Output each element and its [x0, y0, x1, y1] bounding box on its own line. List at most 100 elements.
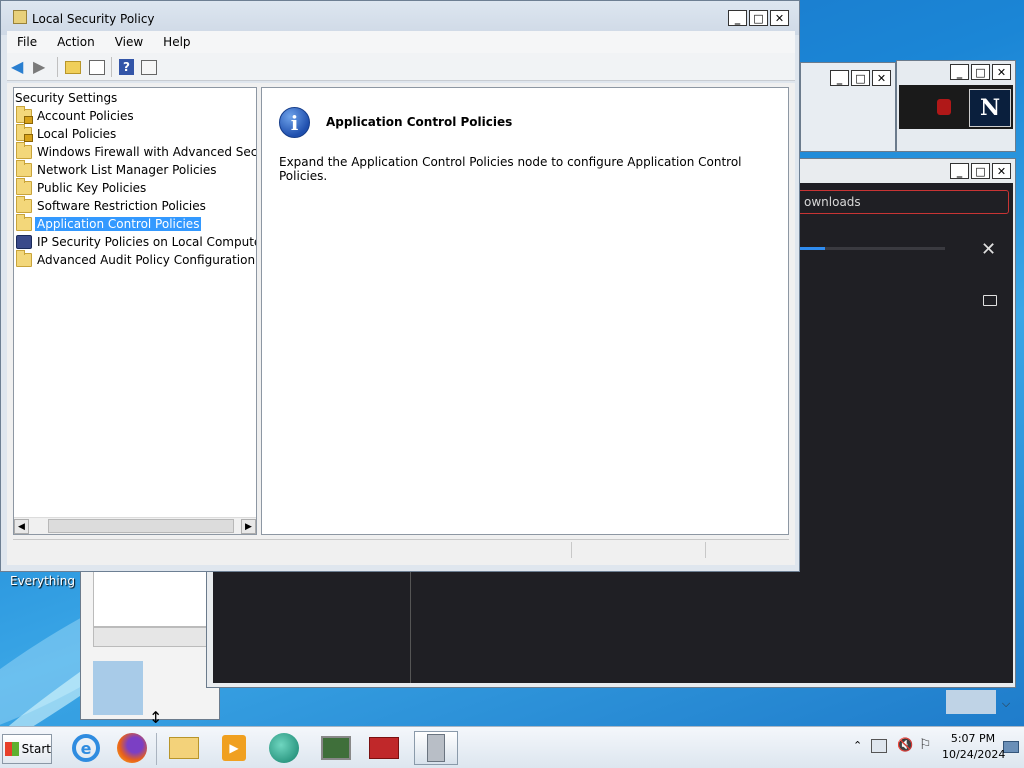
download-progress-fill — [797, 247, 825, 250]
tree-item-windows-firewall[interactable]: Windows Firewall with Advanced Security — [14, 141, 256, 160]
scroll-thumb[interactable] — [48, 519, 234, 533]
help-icon[interactable]: ? — [119, 59, 134, 75]
info-icon: i — [279, 107, 310, 138]
close-icon[interactable]: ✕ — [992, 163, 1011, 179]
tree-pane[interactable]: Security Settings Account Policies Local… — [13, 87, 257, 535]
windows-logo-icon — [5, 742, 19, 756]
extension-icon[interactable] — [937, 99, 951, 115]
resize-cursor-icon: ↕ — [149, 708, 163, 727]
tree-item-label: Advanced Audit Policy Configuration — [37, 252, 256, 267]
action-center-flag-icon[interactable]: ⚐ — [919, 737, 932, 753]
forward-icon[interactable]: ▶ — [33, 58, 51, 76]
detail-pane: i Application Control Policies Expand th… — [261, 87, 789, 535]
tree-item-label: Application Control Policies — [35, 216, 202, 231]
taskbar-clock[interactable]: 5:07 PM 10/24/2024 — [942, 731, 1006, 763]
tree-item-label: Software Restriction Policies — [37, 198, 206, 213]
file-explorer-icon[interactable] — [166, 731, 202, 765]
internet-explorer-icon[interactable]: e — [68, 731, 104, 765]
background-window-small-buttons: _ □ ✕ — [830, 70, 891, 86]
start-button[interactable]: Start — [2, 734, 52, 764]
background-window[interactable] — [80, 560, 220, 720]
minimize-icon[interactable]: _ — [950, 64, 969, 80]
status-segment — [705, 542, 706, 558]
background-strip — [946, 690, 996, 714]
volume-muted-icon[interactable]: 🔇 — [897, 738, 913, 753]
status-bar — [13, 539, 789, 559]
background-window-pane — [93, 571, 209, 627]
minimize-icon[interactable]: _ — [728, 10, 747, 26]
toolbox-icon[interactable] — [366, 731, 402, 765]
show-hide-tree-icon[interactable] — [89, 60, 105, 75]
title-bar[interactable]: Local Security Policy _ □ ✕ — [1, 1, 799, 35]
tree-item-account-policies[interactable]: Account Policies — [14, 105, 136, 124]
console-client-area: Security Settings Account Policies Local… — [7, 83, 795, 565]
network-icon[interactable] — [871, 739, 887, 753]
tree-item-label: Account Policies — [37, 108, 134, 123]
minimize-icon[interactable]: _ — [830, 70, 849, 86]
taskbar: Start e ▶ ⌃ 🔇 ⚐ 5:07 PM 10/24/2024 — [0, 726, 1024, 768]
toolbar-separator — [111, 57, 112, 77]
menu-bar: File Action View Help — [7, 31, 795, 53]
chat-app-icon[interactable] — [266, 731, 302, 765]
browser-window-buttons: _ □ ✕ — [950, 64, 1011, 80]
download-progress-track — [797, 247, 945, 250]
toolbar: ◀ ▶ ? — [7, 53, 795, 81]
back-icon[interactable]: ◀ — [11, 58, 29, 76]
tree-item-label: Local Policies — [37, 126, 117, 141]
properties-icon[interactable] — [141, 60, 157, 75]
close-icon[interactable]: ✕ — [770, 10, 789, 26]
folder-icon — [16, 213, 32, 231]
start-label: Start — [21, 742, 51, 756]
background-window-image — [93, 661, 143, 715]
firefox-icon[interactable] — [114, 731, 150, 765]
tree-root-label: Security Settings — [15, 90, 118, 105]
close-icon[interactable]: ✕ — [872, 70, 891, 86]
tree-root[interactable]: Security Settings — [14, 89, 119, 106]
tree-item-application-control[interactable]: Application Control Policies — [14, 213, 202, 232]
tree-item-label: Network List Manager Policies — [37, 162, 217, 177]
scroll-right-icon[interactable]: ▶ — [241, 519, 256, 534]
local-security-policy-window[interactable]: Local Security Policy _ □ ✕ File Action … — [0, 0, 800, 572]
tree-item-software-restriction[interactable]: Software Restriction Policies — [14, 195, 208, 214]
tree-item-public-key-policies[interactable]: Public Key Policies — [14, 177, 148, 196]
maximize-icon[interactable]: □ — [971, 163, 990, 179]
status-segment — [571, 542, 572, 558]
clock-date: 10/24/2024 — [942, 748, 1006, 761]
browser-window[interactable]: _ □ ✕ N — [896, 60, 1016, 152]
toolbar-separator — [57, 57, 58, 77]
folder-icon[interactable] — [983, 295, 997, 306]
tree-horizontal-scrollbar[interactable]: ◀ ▶ — [14, 517, 256, 534]
task-manager-icon[interactable] — [318, 731, 354, 765]
maximize-icon[interactable]: □ — [971, 64, 990, 80]
window-title: Local Security Policy — [32, 12, 155, 26]
scroll-down-icon[interactable]: ⌵ — [996, 694, 1016, 714]
tree-item-ip-security[interactable]: IP Security Policies on Local Computer — [14, 233, 257, 250]
menu-view[interactable]: View — [105, 35, 153, 49]
close-icon[interactable]: ✕ — [992, 64, 1011, 80]
tree-item-local-policies[interactable]: Local Policies — [14, 123, 118, 142]
downloads-search-input[interactable]: ownloads — [797, 190, 1009, 214]
window-buttons: _ □ ✕ — [728, 10, 789, 26]
maximize-icon[interactable]: □ — [851, 70, 870, 86]
maximize-icon[interactable]: □ — [749, 10, 768, 26]
up-folder-icon[interactable] — [65, 61, 81, 74]
close-download-icon[interactable]: ✕ — [981, 239, 996, 260]
tree-item-label: IP Security Policies on Local Computer — [37, 234, 257, 249]
minimize-icon[interactable]: _ — [950, 163, 969, 179]
menu-action[interactable]: Action — [47, 35, 105, 49]
security-policy-taskbar-icon[interactable] — [414, 731, 458, 765]
scroll-left-icon[interactable]: ◀ — [14, 519, 29, 534]
media-player-icon[interactable]: ▶ — [216, 731, 252, 765]
background-window-small[interactable]: _ □ ✕ — [800, 62, 896, 152]
desktop-icon-label[interactable]: Everything — [10, 574, 75, 588]
detail-heading: Application Control Policies — [326, 115, 513, 129]
show-desktop-icon[interactable] — [1003, 741, 1019, 753]
taskbar-separator — [156, 733, 157, 765]
show-hidden-icons-icon[interactable]: ⌃ — [853, 739, 862, 752]
folder-icon — [16, 159, 32, 177]
tree-item-network-list-manager[interactable]: Network List Manager Policies — [14, 159, 219, 178]
menu-help[interactable]: Help — [153, 35, 200, 49]
menu-file[interactable]: File — [7, 35, 47, 49]
tree-item-advanced-audit[interactable]: Advanced Audit Policy Configuration — [14, 249, 256, 268]
tree-item-label: Public Key Policies — [37, 180, 147, 195]
